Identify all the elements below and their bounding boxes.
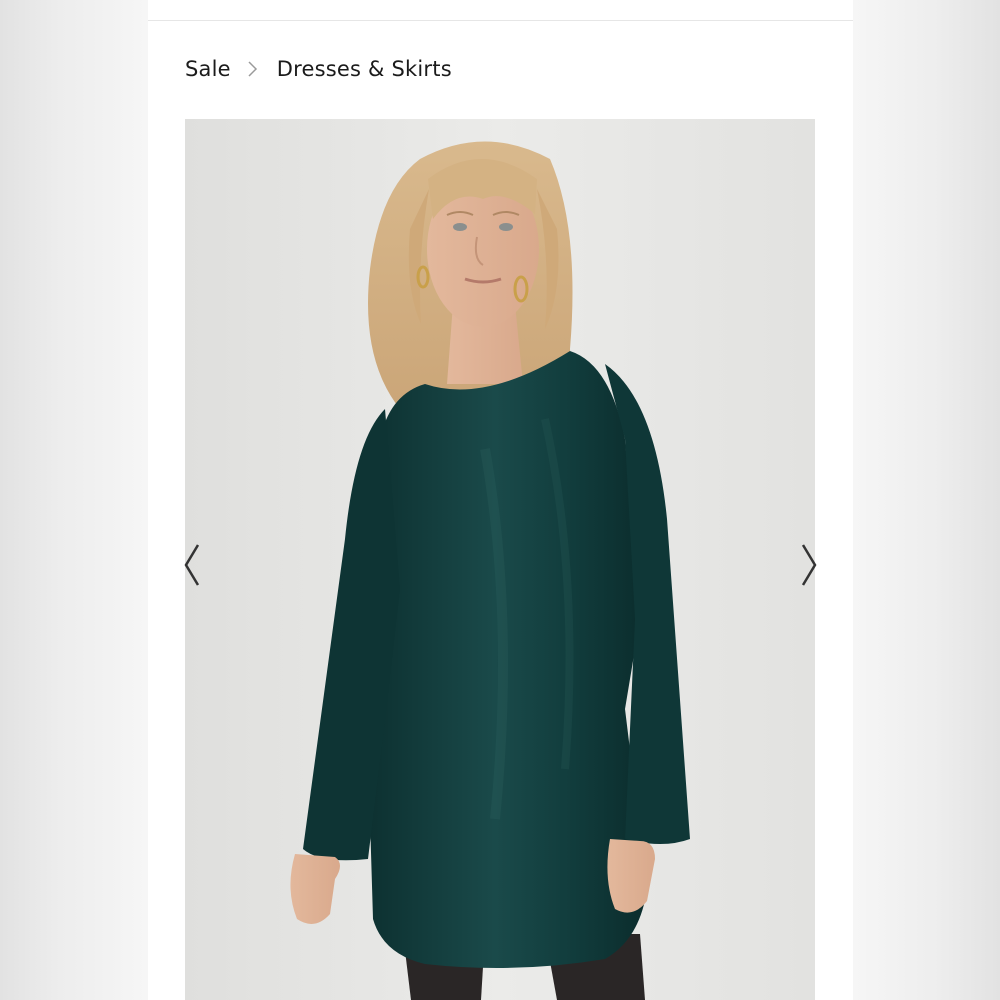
gallery-next-button[interactable] xyxy=(800,540,824,590)
breadcrumb: Sale Dresses & Skirts xyxy=(185,54,452,84)
breadcrumb-link-dresses-skirts[interactable]: Dresses & Skirts xyxy=(277,57,452,81)
product-image xyxy=(185,119,815,1000)
gallery-prev-button[interactable] xyxy=(183,540,207,590)
chevron-right-icon xyxy=(231,54,277,84)
chevron-right-icon xyxy=(801,544,817,586)
product-panel: Sale Dresses & Skirts xyxy=(148,0,853,1000)
header-divider xyxy=(148,20,853,21)
chevron-left-icon xyxy=(184,544,200,586)
product-image-gallery[interactable] xyxy=(185,119,815,1000)
breadcrumb-link-sale[interactable]: Sale xyxy=(185,57,231,81)
